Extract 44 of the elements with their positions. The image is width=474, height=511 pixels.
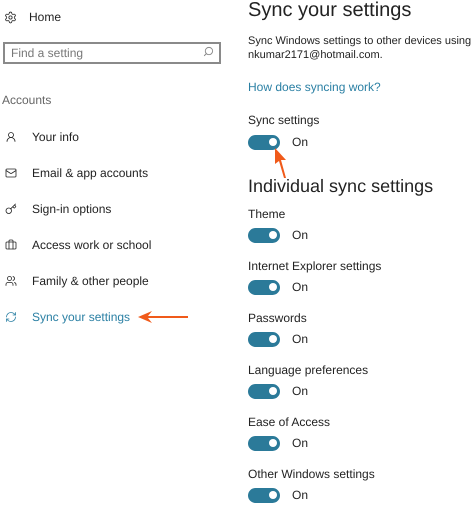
toggle-state: On <box>292 383 308 400</box>
search-icon <box>203 46 214 57</box>
nav-icon <box>5 167 17 179</box>
nav-item[interactable]: Sync your settings <box>32 308 130 326</box>
nav-item[interactable]: Sign-in options <box>32 200 112 218</box>
toggle-switch[interactable] <box>248 384 280 398</box>
nav-item[interactable]: Access work or school <box>32 236 152 254</box>
toggle-state: On <box>292 435 308 452</box>
toggle-switch[interactable] <box>248 280 280 294</box>
page-title: Sync your settings <box>248 0 412 22</box>
nav-icon <box>5 203 17 215</box>
sync-icon <box>5 311 17 323</box>
toggle-switch[interactable] <box>248 134 280 150</box>
toggle-state: On <box>292 331 308 348</box>
nav-icon <box>5 239 17 251</box>
toggle-state: On <box>292 487 308 504</box>
setting-label: Other Windows settings <box>248 467 375 481</box>
help-link[interactable]: How does syncing work? <box>248 78 381 96</box>
toggle-state: On <box>292 134 308 151</box>
arrow-icon <box>138 311 188 323</box>
toggle-state: On <box>292 227 308 244</box>
nav-item[interactable]: Email & app accounts <box>32 164 148 182</box>
search-field[interactable]: Find a setting <box>3 42 221 64</box>
section-heading: Accounts <box>2 92 52 109</box>
settings-icon <box>4 10 17 24</box>
nav-item[interactable]: Family & other people <box>32 272 149 290</box>
setting-label: Theme <box>248 207 286 221</box>
arrow-icon <box>274 148 288 178</box>
home-link[interactable]: Home <box>29 8 62 26</box>
setting-label: Language preferences <box>248 363 368 377</box>
toggle-state: On <box>292 279 308 296</box>
toggle-switch[interactable] <box>248 332 280 346</box>
nav-icon <box>5 275 17 287</box>
nav-icon <box>5 131 17 143</box>
toggle-switch[interactable] <box>248 488 280 502</box>
section-title: Individual sync settings <box>248 175 434 197</box>
setting-label: Internet Explorer settings <box>248 259 382 273</box>
nav-item[interactable]: Your info <box>32 128 79 146</box>
description: Sync Windows settings to other devices using nkumar2171@hotmail.com. <box>248 34 472 62</box>
setting-label: Passwords <box>248 311 307 325</box>
setting-label: Sync settings <box>248 112 320 129</box>
toggle-switch[interactable] <box>248 228 280 242</box>
setting-label: Ease of Access <box>248 415 330 429</box>
toggle-switch[interactable] <box>248 436 280 450</box>
